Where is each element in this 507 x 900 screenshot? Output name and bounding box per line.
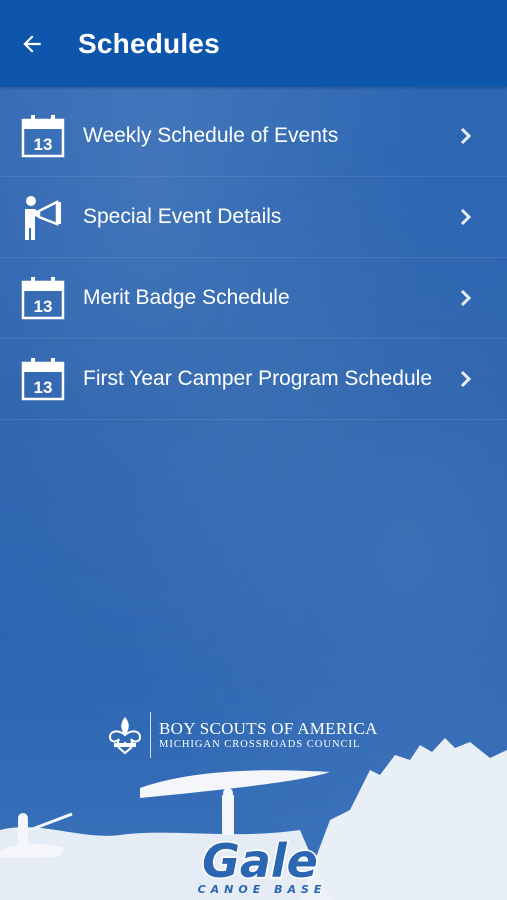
list-item-label: Merit Badge Schedule — [83, 286, 290, 309]
list-item-special-event[interactable]: Special Event Details — [0, 177, 507, 258]
org-name: BOY SCOUTS OF AMERICA — [159, 719, 378, 738]
page-title: Schedules — [78, 27, 220, 59]
list-item-label: Weekly Schedule of Events — [83, 124, 339, 147]
gale-canoe-base-logo: Gale CANOE BASE — [198, 833, 327, 896]
chevron-right-icon — [460, 127, 472, 145]
schedule-list: 13 Weekly Schedule of Events Special Eve… — [0, 96, 507, 420]
arrow-left-icon — [23, 34, 41, 53]
back-button[interactable] — [0, 0, 64, 87]
council-name: MICHIGAN CROSSROADS COUNCIL — [159, 739, 361, 750]
chevron-right-icon — [460, 208, 472, 226]
fleur-de-lis-icon — [108, 717, 142, 755]
calendar-icon: 13 — [21, 114, 65, 158]
list-item-label: First Year Camper Program Schedule — [83, 367, 432, 390]
svg-text:CANOE BASE: CANOE BASE — [198, 883, 327, 896]
bsa-council-logo: BOY SCOUTS OF AMERICA MICHIGAN CROSSROAD… — [106, 712, 378, 758]
list-item-label: Special Event Details — [83, 205, 282, 228]
calendar-icon: 13 — [21, 357, 65, 401]
app-bar: Schedules — [0, 0, 507, 87]
calendar-icon: 13 — [21, 276, 65, 320]
chevron-right-icon — [460, 370, 472, 388]
list-item-first-year-camper[interactable]: 13 First Year Camper Program Schedule — [0, 339, 507, 420]
svg-text:13: 13 — [34, 378, 53, 397]
svg-text:Gale: Gale — [202, 834, 318, 888]
svg-text:13: 13 — [34, 297, 53, 316]
list-item-merit-badge[interactable]: 13 Merit Badge Schedule — [0, 258, 507, 339]
logo-divider — [150, 712, 151, 758]
svg-text:13: 13 — [34, 135, 53, 154]
chevron-right-icon — [460, 289, 472, 307]
list-item-weekly-schedule[interactable]: 13 Weekly Schedule of Events — [0, 96, 507, 177]
megaphone-person-icon — [21, 195, 65, 240]
